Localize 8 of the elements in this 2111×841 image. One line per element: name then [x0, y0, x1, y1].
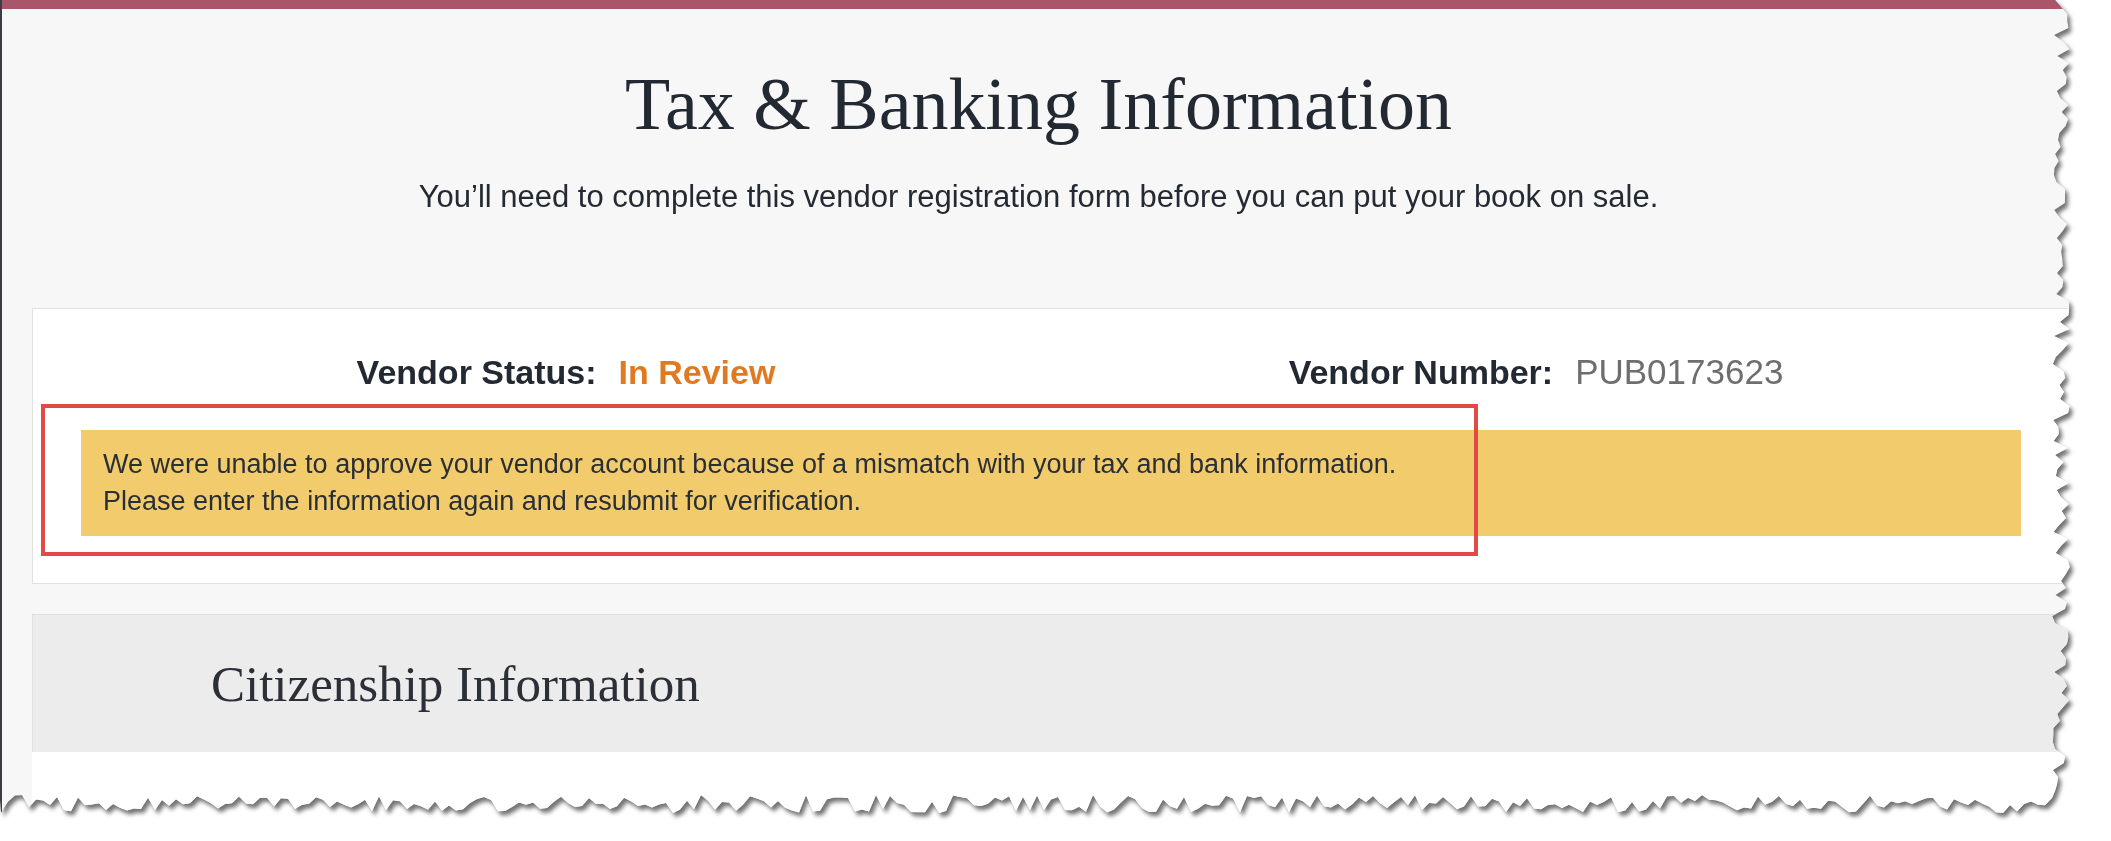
page-subtitle: You’ll need to complete this vendor registration form before you can put your book on sale.: [417, 178, 1660, 216]
page-title: Tax & Banking Information: [623, 62, 1454, 147]
vendor-field-label: Vendor Status:: [356, 352, 597, 392]
vendor-field-value: PUB0173623: [1575, 352, 1784, 392]
warning-banner: We were unable to approve your vendor account because of a mismatch with your tax and bank information. Please enter the information again and resubmit for verification.: [81, 430, 2021, 536]
vendor-field-label: Vendor Number:: [1288, 352, 1554, 392]
vendor-field-value: In Review: [618, 352, 776, 392]
section-title: Citizenship Information: [211, 654, 700, 713]
